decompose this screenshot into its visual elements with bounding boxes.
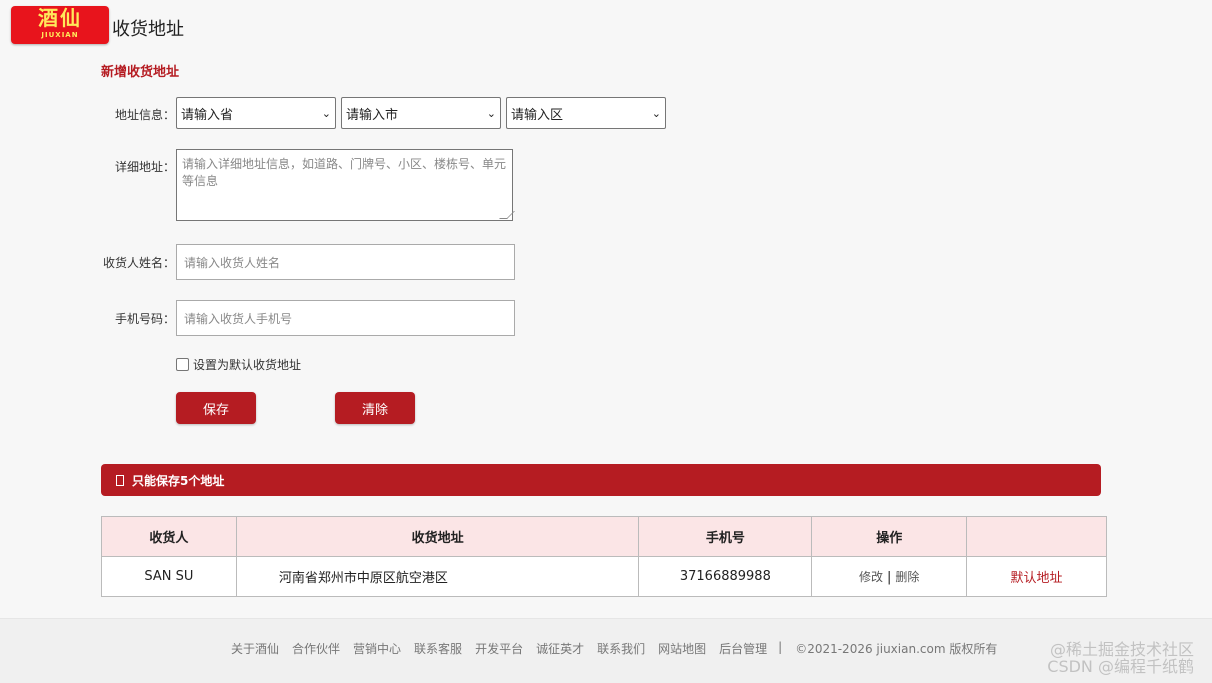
default-address-option[interactable]: 设置为默认收货地址 (176, 356, 301, 373)
district-select[interactable]: 请输入区 ⌄ (506, 97, 666, 129)
city-select-value: 请输入市 (346, 107, 399, 123)
address-limit-notice: 只能保存5个地址 (101, 464, 1101, 496)
district-select-value: 请输入区 (511, 107, 564, 123)
receiver-name-placeholder: 请输入收货人姓名 (184, 255, 281, 270)
jiuxian-logo[interactable]: 酒仙 JIUXIAN (11, 6, 109, 44)
default-address-link[interactable]: 默认地址 (1011, 571, 1063, 586)
detail-address-textarea[interactable]: 请输入详细地址信息，如道路、门牌号、小区、楼栋号、单元等信息 (176, 149, 515, 221)
table-row: SAN SU 河南省郑州市中原区航空港区 37166889988 修改 | 删除 默… (101, 556, 1107, 597)
save-button[interactable]: 保存 (176, 392, 256, 424)
watermark-line-1: @稀土掘金技术社区 (1049, 640, 1194, 659)
phone-placeholder: 请输入收货人手机号 (184, 311, 293, 326)
footer-link-admin[interactable]: 后台管理 (719, 640, 767, 657)
row-phone: 37166889988 (638, 556, 813, 597)
logo-english-text: JIUXIAN (41, 31, 79, 39)
province-select[interactable]: 请输入省 ⌄ (176, 97, 336, 129)
clear-button[interactable]: 清除 (335, 392, 415, 424)
footer-links: 关于酒仙 合作伙伴 营销中心 联系客服 开发平台 诚征英才 联系我们 网站地图 … (231, 640, 1010, 657)
phone-label: 手机号码： (114, 312, 175, 326)
watermark-line-2: CSDN @编程千纸鹤 (1047, 657, 1194, 676)
header-receiver: 收货人 (101, 516, 237, 557)
detail-address-label: 详细地址： (114, 160, 175, 174)
footer-link-marketing[interactable]: 营销中心 (353, 640, 401, 657)
city-select[interactable]: 请输入市 ⌄ (341, 97, 501, 129)
logo-chinese-text: 酒仙 (38, 6, 82, 30)
chevron-down-icon: ⌄ (486, 106, 496, 120)
row-receiver-name: SAN SU (101, 556, 237, 597)
footer: 关于酒仙 合作伙伴 营销中心 联系客服 开发平台 诚征英才 联系我们 网站地图 … (0, 618, 1212, 683)
info-icon (116, 474, 124, 486)
default-address-checkbox[interactable] (176, 358, 189, 371)
receiver-name-label: 收货人姓名： (102, 256, 175, 270)
notice-text: 只能保存5个地址 (132, 473, 225, 488)
address-label: 地址信息： (114, 108, 175, 122)
detail-address-placeholder: 请输入详细地址信息，如道路、门牌号、小区、楼栋号、单元等信息 (182, 157, 507, 188)
table-header-row: 收货人 收货地址 手机号 操作 (101, 516, 1107, 557)
header-address: 收货地址 (235, 516, 640, 557)
edit-link[interactable]: 修改 (859, 570, 883, 584)
footer-separator: | (778, 640, 783, 654)
chevron-down-icon: ⌄ (651, 106, 661, 120)
footer-link-careers[interactable]: 诚征英才 (536, 640, 584, 657)
resize-grip-icon[interactable] (499, 211, 515, 219)
section-title: 新增收货地址 (101, 65, 180, 80)
header-actions: 操作 (811, 516, 968, 557)
header-phone: 手机号 (638, 516, 813, 557)
page-title: 收货地址 (112, 19, 184, 40)
delete-link[interactable]: 删除 (895, 570, 919, 584)
address-table: 收货人 收货地址 手机号 操作 SAN SU 河南省郑州市中原区航空港区 371… (101, 516, 1107, 597)
row-address: 河南省郑州市中原区航空港区 (235, 556, 640, 597)
footer-link-sitemap[interactable]: 网站地图 (658, 640, 706, 657)
chevron-down-icon: ⌄ (321, 106, 331, 120)
action-separator: | (887, 570, 892, 585)
footer-link-support[interactable]: 联系客服 (414, 640, 462, 657)
row-default: 默认地址 (966, 556, 1107, 597)
footer-link-about[interactable]: 关于酒仙 (231, 640, 279, 657)
header-default (966, 516, 1107, 557)
copyright-text: ©2021-2026 jiuxian.com 版权所有 (795, 642, 998, 656)
footer-link-partners[interactable]: 合作伙伴 (292, 640, 340, 657)
default-address-checkbox-label[interactable]: 设置为默认收货地址 (193, 356, 301, 373)
watermark: @稀土掘金技术社区 CSDN @编程千纸鹤 (1047, 641, 1194, 675)
row-actions: 修改 | 删除 (811, 556, 968, 597)
footer-link-contact[interactable]: 联系我们 (597, 640, 645, 657)
province-select-value: 请输入省 (181, 107, 234, 123)
receiver-name-input[interactable]: 请输入收货人姓名 (176, 244, 515, 280)
footer-link-developer[interactable]: 开发平台 (475, 640, 523, 657)
phone-input[interactable]: 请输入收货人手机号 (176, 300, 515, 336)
